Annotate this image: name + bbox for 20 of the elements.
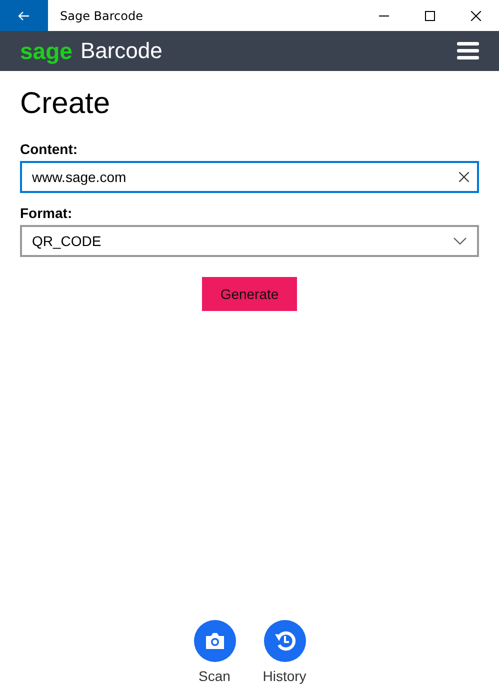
- generate-button[interactable]: Generate: [202, 277, 297, 311]
- nav-button[interactable]: History: [260, 620, 308, 684]
- app-title: Barcode: [80, 38, 164, 64]
- nav-button[interactable]: Scan: [190, 620, 238, 684]
- maximize-icon: [425, 10, 435, 20]
- format-dropdown[interactable]: QR_CODE: [20, 225, 479, 257]
- page-heading: Create: [20, 87, 112, 121]
- close-icon: [471, 10, 481, 20]
- history-icon: [264, 620, 306, 662]
- back-arrow-icon: [18, 10, 30, 20]
- field-label: Format:: [20, 205, 74, 221]
- menu-button[interactable]: [457, 42, 479, 60]
- chevron-down-icon: [453, 237, 467, 245]
- brand-logo: sage: [20, 38, 72, 64]
- content-field[interactable]: www.sage.com: [20, 161, 479, 193]
- camera-icon: [194, 620, 236, 662]
- clear-button[interactable]: [459, 172, 469, 182]
- window-title: Sage Barcode: [60, 8, 144, 22]
- close-icon: [459, 172, 469, 182]
- field-label: Content:: [20, 141, 79, 157]
